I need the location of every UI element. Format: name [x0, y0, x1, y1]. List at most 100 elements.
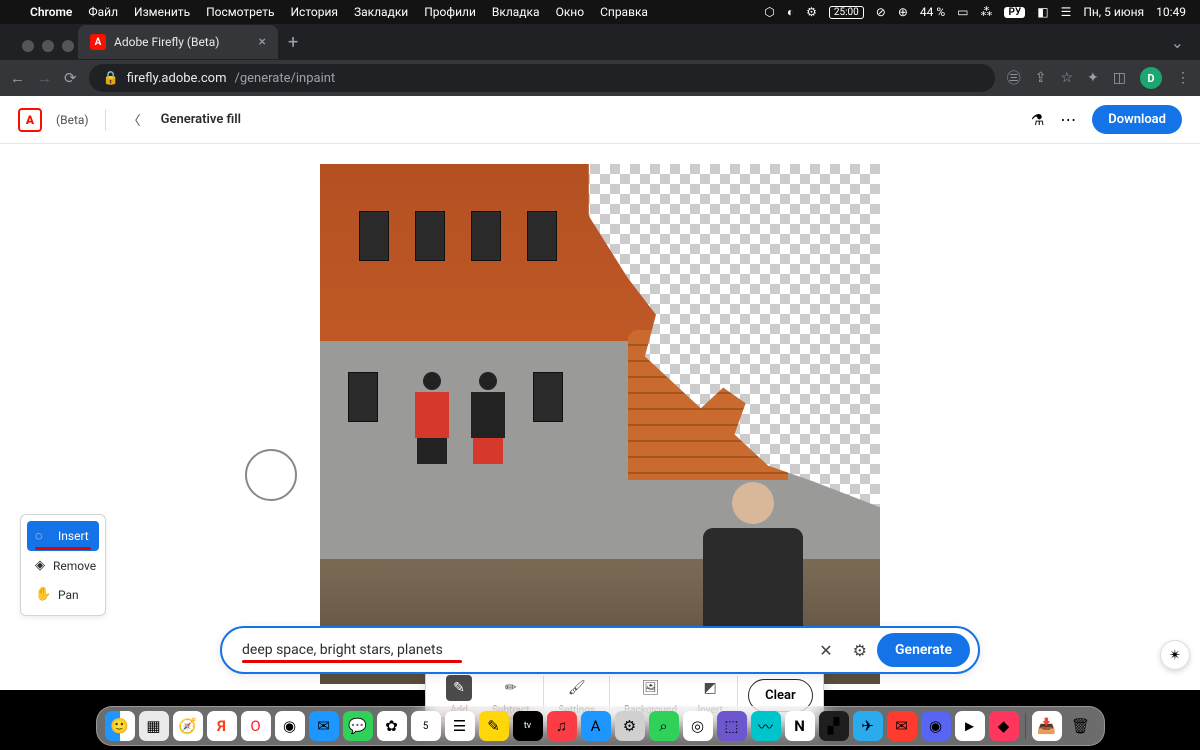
clear-prompt-button[interactable]: ✕: [809, 641, 842, 660]
dock-yandex-icon[interactable]: Я: [207, 711, 237, 741]
menubar-tray-icon[interactable]: ⚙: [806, 5, 817, 19]
dock-settings-icon[interactable]: ⚙: [615, 711, 645, 741]
address-bar[interactable]: 🔒 firefly.adobe.com/generate/inpaint: [89, 64, 995, 92]
tool-label: Pan: [58, 588, 79, 602]
dock-app-icon[interactable]: ✉: [887, 711, 917, 741]
control-center-icon[interactable]: ☰: [1061, 5, 1072, 19]
dock-app-icon[interactable]: 〰: [751, 711, 781, 741]
prompt-input[interactable]: [242, 642, 809, 658]
dock-notes-icon[interactable]: ✎: [479, 711, 509, 741]
bookmark-icon[interactable]: ☆: [1060, 70, 1073, 86]
nav-reload-button[interactable]: ⟳: [64, 69, 77, 87]
chatgpt-fab-icon[interactable]: ✴: [1160, 640, 1190, 670]
translate-icon[interactable]: ㊂: [1007, 68, 1021, 88]
dock-app-icon[interactable]: ⌕: [649, 711, 679, 741]
battery-icon[interactable]: ▭: [957, 5, 968, 19]
browser-chrome: A Adobe Firefly (Beta) × + ⌄ ← → ⟳ 🔒 fir…: [0, 24, 1200, 96]
firefly-logo-icon[interactable]: A: [18, 108, 42, 132]
profile-avatar[interactable]: D: [1140, 67, 1162, 89]
menubar-item[interactable]: Файл: [88, 5, 118, 19]
menubar-app-name[interactable]: Chrome: [30, 5, 72, 19]
menubar-date[interactable]: Пн, 5 июня: [1083, 5, 1144, 19]
dock-discord-icon[interactable]: ◉: [921, 711, 951, 741]
prompt-settings-icon[interactable]: ⚙: [843, 641, 877, 660]
dock-downloads-icon[interactable]: 📥: [1032, 711, 1062, 741]
menubar-item[interactable]: Окно: [556, 5, 585, 19]
dock-launchpad-icon[interactable]: ▦: [139, 711, 169, 741]
dock-telegram-icon[interactable]: ✈: [853, 711, 883, 741]
menubar-item[interactable]: Закладки: [354, 5, 408, 19]
tool-remove[interactable]: ◈ Remove: [27, 551, 99, 580]
dock-notion-icon[interactable]: N: [785, 711, 815, 741]
tool-label: Insert: [58, 529, 89, 543]
side-panel-icon[interactable]: ◫: [1113, 70, 1126, 86]
beaker-icon[interactable]: ⚗: [1031, 111, 1044, 129]
brush-add-icon: ✎: [446, 675, 472, 701]
battery-percent[interactable]: 44 %: [920, 5, 945, 19]
share-icon[interactable]: ⇪: [1035, 70, 1047, 86]
dock-opera-icon[interactable]: O: [241, 711, 271, 741]
dock-finder-icon[interactable]: 🙂: [105, 711, 135, 741]
input-language[interactable]: РУ: [1004, 7, 1025, 18]
tool-pan[interactable]: ✋ Pan: [27, 580, 99, 609]
dock-appstore-icon[interactable]: A: [581, 711, 611, 741]
menubar-item[interactable]: Вкладка: [492, 5, 540, 19]
dock-calendar-icon[interactable]: 5: [411, 711, 441, 741]
dock-mail-icon[interactable]: ✉: [309, 711, 339, 741]
window-minimize-button[interactable]: [42, 40, 54, 52]
wifi-icon[interactable]: ⊕: [898, 5, 908, 19]
generate-button[interactable]: Generate: [877, 633, 970, 667]
download-button[interactable]: Download: [1092, 105, 1182, 134]
menubar-tray-icon[interactable]: ◧: [1037, 5, 1048, 19]
menubar-item[interactable]: История: [291, 5, 338, 19]
tabs-dropdown-button[interactable]: ⌄: [1171, 33, 1192, 52]
tool-insert[interactable]: ◌ Insert: [27, 521, 99, 551]
macos-menubar: Chrome Файл Изменить Посмотреть История …: [0, 0, 1200, 24]
breadcrumb-title: Generative fill: [161, 112, 241, 127]
breadcrumb-back-button[interactable]: 〈: [122, 110, 147, 129]
dock-app-icon[interactable]: ⬚: [717, 711, 747, 741]
window-close-button[interactable]: [22, 40, 34, 52]
dock-appletv-icon[interactable]: tv: [513, 711, 543, 741]
menubar-tray-icon[interactable]: ⁂: [980, 5, 992, 19]
invert-icon: ◩: [697, 675, 723, 701]
extensions-icon[interactable]: ✦: [1087, 70, 1099, 86]
tab-title: Adobe Firefly (Beta): [114, 35, 219, 49]
menubar-tray-icon[interactable]: ⬡: [764, 5, 774, 19]
menubar-item[interactable]: Справка: [600, 5, 648, 19]
dock-music-icon[interactable]: ♫: [547, 711, 577, 741]
annotation-underline: [35, 547, 91, 550]
dock-app-icon[interactable]: ◆: [989, 711, 1019, 741]
brush-subtract-icon: ✏: [498, 675, 524, 701]
editor-canvas[interactable]: [320, 164, 880, 684]
canvas-area: ◌ Insert ◈ Remove ✋ Pan ✎ Add ✏ Subtra: [0, 144, 1200, 690]
menubar-item[interactable]: Профили: [424, 5, 476, 19]
dock-photos-icon[interactable]: ✿: [377, 711, 407, 741]
dock-chrome-icon[interactable]: ◉: [275, 711, 305, 741]
menubar-tray-icon[interactable]: ◐: [787, 5, 794, 19]
dock-reminders-icon[interactable]: ☰: [445, 711, 475, 741]
tab-close-button[interactable]: ×: [259, 34, 266, 50]
menubar-item[interactable]: Посмотреть: [206, 5, 274, 19]
menubar-time[interactable]: 10:49: [1156, 5, 1186, 19]
tab-favicon-icon: A: [90, 34, 106, 50]
more-menu-icon[interactable]: ⋯: [1060, 110, 1076, 129]
tool-panel: ◌ Insert ◈ Remove ✋ Pan: [20, 514, 106, 616]
dock-app-icon[interactable]: ►: [955, 711, 985, 741]
dock-safari-icon[interactable]: 🧭: [173, 711, 203, 741]
beta-label: (Beta): [56, 113, 89, 127]
new-tab-button[interactable]: +: [278, 32, 308, 53]
dock-app-icon[interactable]: ◎: [683, 711, 713, 741]
window-maximize-button[interactable]: [62, 40, 74, 52]
nav-forward-button[interactable]: →: [37, 69, 52, 87]
tool-label: Remove: [53, 559, 96, 573]
dock-messages-icon[interactable]: 💬: [343, 711, 373, 741]
menubar-tray-icon[interactable]: ⊘: [876, 5, 886, 19]
menubar-item[interactable]: Изменить: [134, 5, 190, 19]
battery-timer[interactable]: 25:00: [829, 6, 864, 19]
dock-figma-icon[interactable]: ▞: [819, 711, 849, 741]
kebab-menu-icon[interactable]: ⋮: [1176, 70, 1190, 86]
browser-tab[interactable]: A Adobe Firefly (Beta) ×: [78, 25, 278, 59]
nav-back-button[interactable]: ←: [10, 69, 25, 87]
dock-trash-icon[interactable]: 🗑: [1066, 711, 1096, 741]
